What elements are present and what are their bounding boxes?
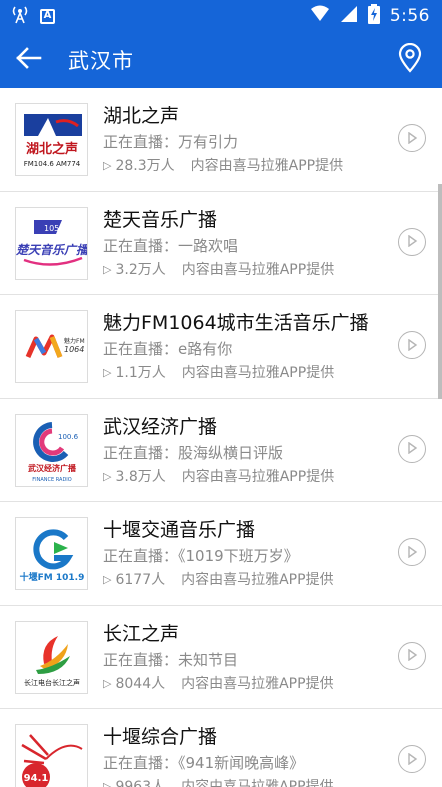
listener-count: 3.2万人 — [115, 261, 166, 278]
list-item[interactable]: 魅力FM 1064 魅力FM1064城市生活音乐广播 正在直播：e路有你 ▷ 1… — [0, 295, 442, 399]
play-icon — [406, 232, 418, 251]
a-icon: A — [40, 8, 55, 24]
svg-text:十堰FM 101.9: 十堰FM 101.9 — [20, 571, 85, 583]
now-playing: 正在直播：股海纵横日评版 — [103, 443, 284, 462]
status-right: 5:56 — [310, 4, 430, 28]
now-playing: 正在直播：一路欢唱 — [103, 236, 239, 255]
svg-text:FINANCE RADIO: FINANCE RADIO — [32, 477, 72, 483]
svg-text:武汉经济广播: 武汉经济广播 — [28, 463, 77, 473]
hubei-zhisheng-logo: 湖北之声 FM104.6 AM774 — [15, 103, 88, 176]
provider-text: 内容由喜马拉雅APP提供 — [181, 675, 334, 692]
play-button[interactable] — [398, 538, 426, 566]
listeners-icon: ▷ — [103, 573, 112, 586]
back-button[interactable] — [0, 32, 58, 88]
listener-count: 1.1万人 — [115, 365, 166, 381]
scrollbar[interactable] — [438, 184, 442, 399]
signal-icon — [340, 5, 358, 27]
station-name: 长江之声 — [103, 622, 180, 645]
provider-text: 内容由喜马拉雅APP提供 — [190, 158, 344, 174]
page-title: 武汉市 — [68, 49, 134, 73]
svg-text:94.1: 94.1 — [24, 773, 49, 784]
provider-text: 内容由喜马拉雅APP提供 — [181, 468, 335, 485]
list-item[interactable]: 105.8 楚天音乐广播 楚天音乐广播 正在直播：一路欢唱 ▷ 3.2万人 内容… — [0, 192, 442, 295]
play-button[interactable] — [398, 331, 426, 359]
now-playing: 正在直播：万有引力 — [103, 133, 239, 151]
station-name: 魅力FM1064城市生活音乐广播 — [103, 312, 369, 334]
listener-count: 8044人 — [115, 675, 166, 692]
list-item[interactable]: 100.6 武汉经济广播 FINANCE RADIO 武汉经济广播 正在直播：股… — [0, 399, 442, 502]
list-item[interactable]: 94.1 十堰综合广播 正在直播：《941新闻晚高峰》 ▷ 9963人 内容由喜… — [0, 709, 442, 787]
play-icon — [406, 750, 418, 769]
play-button[interactable] — [398, 434, 426, 463]
play-button[interactable] — [398, 745, 426, 773]
play-button[interactable] — [398, 641, 426, 670]
play-icon — [406, 646, 418, 665]
station-name: 武汉经济广播 — [103, 415, 218, 438]
wifi-icon — [310, 5, 330, 27]
status-left: A — [10, 4, 55, 28]
listener-count: 9963人 — [115, 779, 166, 787]
now-playing: 正在直播：e路有你 — [103, 340, 233, 358]
svg-text:105.8: 105.8 — [44, 224, 67, 233]
provider-text: 内容由喜马拉雅APP提供 — [181, 779, 334, 787]
now-playing: 正在直播：《941新闻晚高峰》 — [103, 754, 305, 772]
play-icon — [406, 543, 418, 562]
wuhan-economy-logo: 100.6 武汉经济广播 FINANCE RADIO — [15, 413, 88, 487]
svg-text:FM104.6 AM774: FM104.6 AM774 — [24, 160, 81, 168]
svg-text:100.6: 100.6 — [58, 433, 79, 441]
play-button[interactable] — [398, 227, 426, 256]
arrow-left-icon — [16, 47, 42, 73]
now-playing: 正在直播：未知节目 — [103, 650, 239, 669]
chutian-music-logo: 105.8 楚天音乐广播 — [15, 206, 88, 280]
provider-text: 内容由喜马拉雅APP提供 — [181, 572, 334, 588]
listeners-icon: ▷ — [103, 469, 112, 483]
list-item[interactable]: 长江电台长江之声 长江之声 正在直播：未知节目 ▷ 8044人 内容由喜马拉雅A… — [0, 606, 442, 709]
provider-text: 内容由喜马拉雅APP提供 — [181, 261, 335, 278]
listener-count: 3.8万人 — [115, 468, 166, 485]
play-icon — [406, 439, 418, 458]
meili-fm1064-logo: 魅力FM 1064 — [15, 310, 88, 383]
listeners-icon: ▷ — [103, 262, 112, 276]
listeners-icon: ▷ — [103, 159, 112, 172]
listeners-icon: ▷ — [103, 780, 112, 787]
station-list[interactable]: 湖北之声 FM104.6 AM774 湖北之声 正在直播：万有引力 ▷ 28.3… — [0, 88, 442, 787]
now-playing: 正在直播：《1019下班万岁》 — [103, 547, 299, 565]
location-pin-icon — [398, 42, 422, 77]
app-bar: 武汉市 — [0, 32, 442, 88]
play-icon — [406, 336, 418, 355]
listeners-icon: ▷ — [103, 366, 112, 379]
svg-text:1064: 1064 — [64, 345, 84, 354]
play-button[interactable] — [398, 124, 426, 152]
station-name: 楚天音乐广播 — [103, 208, 218, 231]
battery-charging-icon — [367, 4, 380, 28]
shiyan-general-logo: 94.1 — [15, 724, 88, 787]
listener-count: 28.3万人 — [115, 158, 175, 174]
list-item[interactable]: 十堰FM 101.9 十堰交通音乐广播 正在直播：《1019下班万岁》 ▷ 61… — [0, 502, 442, 606]
shiyan-traffic-logo: 十堰FM 101.9 — [15, 517, 88, 590]
station-name: 十堰交通音乐广播 — [103, 519, 256, 541]
svg-text:魅力FM: 魅力FM — [64, 337, 85, 345]
status-bar: A 5:56 — [0, 0, 442, 32]
station-name: 十堰综合广播 — [103, 726, 218, 748]
listener-count: 6177人 — [115, 572, 166, 588]
svg-text:湖北之声: 湖北之声 — [26, 141, 78, 157]
station-name: 湖北之声 — [103, 105, 180, 127]
play-icon — [406, 129, 418, 148]
list-item[interactable]: 湖北之声 FM104.6 AM774 湖北之声 正在直播：万有引力 ▷ 28.3… — [0, 88, 442, 192]
svg-text:长江电台长江之声: 长江电台长江之声 — [24, 678, 80, 687]
status-time: 5:56 — [389, 6, 430, 26]
listeners-icon: ▷ — [103, 676, 112, 690]
provider-text: 内容由喜马拉雅APP提供 — [181, 365, 335, 381]
antenna-icon — [10, 4, 30, 28]
location-button[interactable] — [394, 42, 426, 77]
changjiang-zhisheng-logo: 长江电台长江之声 — [15, 620, 88, 694]
svg-text:楚天音乐广播: 楚天音乐广播 — [16, 243, 88, 257]
